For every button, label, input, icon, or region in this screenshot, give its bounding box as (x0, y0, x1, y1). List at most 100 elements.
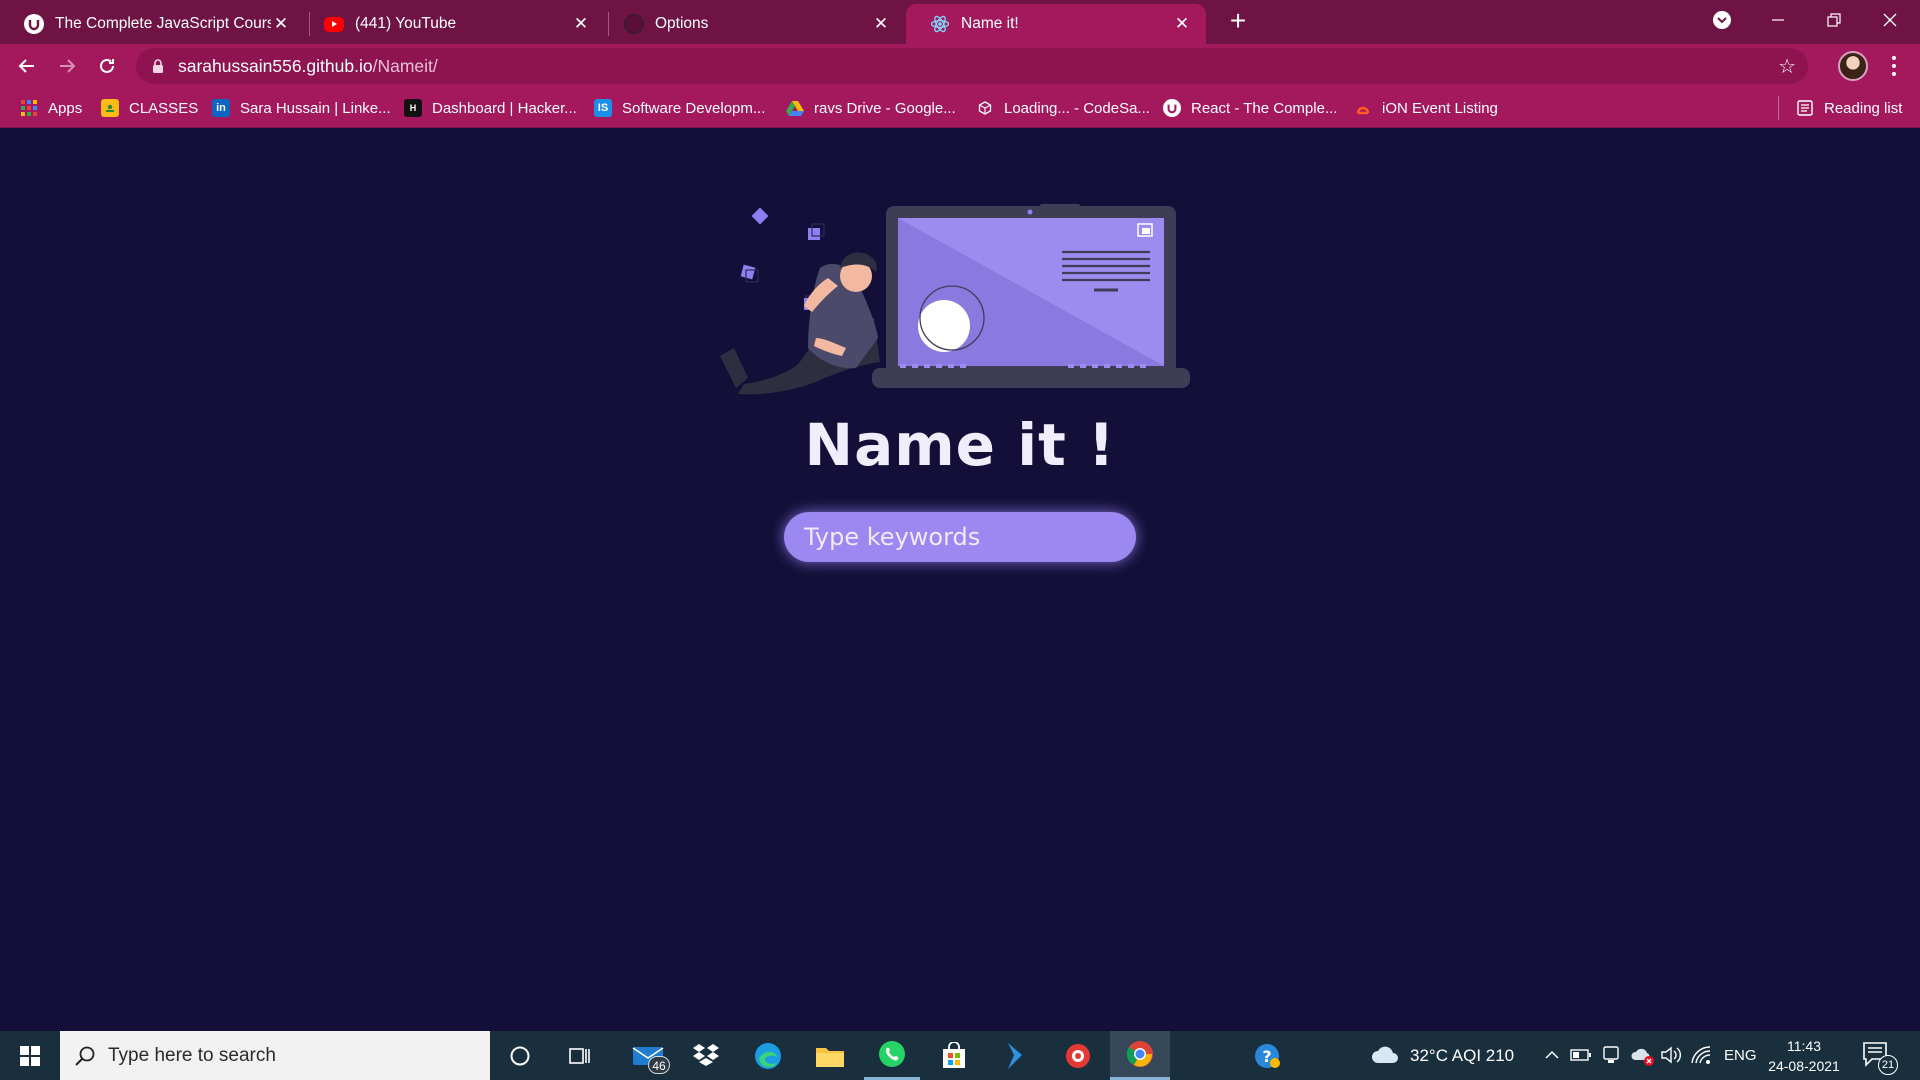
restore-icon (1827, 13, 1841, 27)
battery-icon[interactable] (1570, 1047, 1592, 1063)
meet-now-icon[interactable] (1602, 1045, 1620, 1065)
language-indicator[interactable]: ENG (1724, 1047, 1757, 1064)
dropbox-app[interactable] (678, 1031, 734, 1080)
cortana-icon (510, 1046, 530, 1065)
arrow-right-icon (60, 59, 76, 73)
youtube-icon (324, 16, 344, 32)
bookmark-react-course[interactable]: React - The Comple... (1163, 96, 1337, 120)
bookmark-codesandbox[interactable]: Loading... - CodeSa... (976, 96, 1150, 120)
browser-menu-button[interactable] (1886, 54, 1902, 78)
new-tab-button[interactable]: + (1222, 6, 1254, 38)
tab-options[interactable]: Options ✕ (600, 4, 905, 44)
keyword-search-input[interactable] (784, 512, 1136, 562)
chrome-app[interactable] (1110, 1031, 1170, 1080)
tab-name-it[interactable]: Name it! ✕ (906, 4, 1206, 44)
browser-toolbar: sarahussain556.github.io/Nameit/ ☆ (0, 44, 1920, 88)
weather-cloud-icon (1372, 1046, 1398, 1063)
reading-list-button[interactable]: Reading list (1796, 96, 1902, 120)
url-host: sarahussain556.github.io (178, 56, 373, 76)
close-tab-icon[interactable]: ✕ (1172, 14, 1192, 34)
github-icon (624, 14, 644, 34)
ion-icon (1354, 99, 1372, 117)
lock-icon (152, 59, 164, 78)
url-path: /Nameit/ (372, 56, 438, 76)
close-tab-icon[interactable]: ✕ (871, 14, 891, 34)
file-explorer-app[interactable] (802, 1031, 858, 1080)
tab-strip: The Complete JavaScript Course ✕ (441) Y… (0, 0, 1920, 44)
codesandbox-icon (976, 99, 994, 117)
bookmark-star-icon[interactable]: ☆ (1778, 54, 1796, 79)
taskbar-search-placeholder: Type here to search (108, 1044, 276, 1066)
bookmarks-bar: Apps CLASSES in Sara Hussain | Linke... … (0, 88, 1920, 128)
whatsapp-app[interactable] (864, 1031, 920, 1080)
apps-grid-icon (20, 99, 38, 117)
is-icon: IS (594, 99, 612, 117)
bolt-icon (1008, 1042, 1022, 1069)
laptop-person-illustration (720, 204, 1190, 395)
tab-search-button[interactable] (1694, 0, 1750, 40)
help-icon: ? (1255, 1043, 1280, 1068)
reading-list-icon (1796, 99, 1814, 117)
mail-app[interactable]: 46 (620, 1031, 676, 1080)
close-tab-icon[interactable]: ✕ (571, 14, 591, 34)
bookmark-linkedin[interactable]: in Sara Hussain | Linke... (212, 96, 391, 120)
classroom-icon (101, 99, 119, 117)
bookmark-label: Loading... - CodeSa... (1004, 99, 1150, 117)
cortana-button[interactable] (492, 1031, 548, 1080)
vscode-app[interactable] (988, 1031, 1044, 1080)
bookmark-apps[interactable]: Apps (20, 96, 82, 120)
address-bar[interactable]: sarahussain556.github.io/Nameit/ ☆ (136, 48, 1808, 84)
bookmark-label: Dashboard | Hacker... (432, 99, 577, 117)
profile-avatar[interactable] (1838, 51, 1868, 81)
weather-text: 32°C AQI 210 (1410, 1046, 1515, 1065)
close-tab-icon[interactable]: ✕ (271, 14, 291, 34)
app-icon (1066, 1043, 1090, 1068)
minimize-button[interactable] (1750, 0, 1806, 40)
chrome-icon (1126, 1041, 1153, 1067)
dropbox-icon (693, 1043, 719, 1066)
edge-icon (755, 1042, 781, 1069)
tab-youtube[interactable]: (441) YouTube ✕ (300, 4, 605, 44)
forward-button[interactable] (51, 50, 83, 82)
task-view-button[interactable] (552, 1031, 608, 1080)
tab-javascript-course[interactable]: The Complete JavaScript Course ✕ (0, 4, 305, 44)
clock-date: 24-08-2021 (1768, 1058, 1840, 1074)
bookmark-software-development[interactable]: IS Software Developm... (594, 96, 765, 120)
store-app[interactable] (926, 1031, 982, 1080)
reading-list-label: Reading list (1824, 99, 1903, 117)
windows-taskbar: Type here to search 46 ? 32°C AQI 210 EN… (0, 1031, 1920, 1080)
bookmark-label: CLASSES (129, 99, 199, 117)
store-icon (943, 1041, 965, 1068)
tab-title: Name it! (961, 15, 1019, 32)
clock-time: 11:43 (1787, 1038, 1821, 1054)
windows-logo-icon (20, 1045, 40, 1066)
task-view-icon (569, 1047, 590, 1064)
edge-app[interactable] (740, 1031, 796, 1080)
bookmark-label: Apps (48, 99, 83, 117)
taskbar-clock[interactable]: 11:43 24-08-2021 (1758, 1036, 1850, 1076)
folder-icon (816, 1047, 844, 1067)
bookmark-label: Sara Hussain | Linke... (240, 99, 391, 117)
onedrive-error-icon[interactable] (1630, 1045, 1656, 1067)
notification-count-badge: 21 (1878, 1055, 1898, 1075)
hackerrank-icon: H (404, 99, 422, 117)
wifi-icon[interactable] (1690, 1045, 1712, 1065)
restore-button[interactable] (1806, 0, 1862, 40)
tab-title: The Complete JavaScript Course (55, 15, 271, 32)
help-app[interactable]: ? (1240, 1031, 1296, 1080)
chevron-up-icon[interactable] (1544, 1048, 1560, 1062)
drive-icon (786, 99, 804, 117)
bookmark-google-drive[interactable]: ravs Drive - Google... (786, 96, 956, 120)
bookmark-ion-event-listing[interactable]: iON Event Listing (1354, 96, 1498, 120)
close-window-button[interactable] (1862, 0, 1918, 40)
bookmark-hackerrank[interactable]: H Dashboard | Hacker... (404, 96, 577, 120)
start-button[interactable] (0, 1031, 60, 1080)
app-red-icon-button[interactable] (1050, 1031, 1106, 1080)
reload-button[interactable] (91, 50, 123, 82)
volume-icon[interactable] (1660, 1045, 1682, 1065)
back-button[interactable] (11, 50, 43, 82)
bookmark-label: ravs Drive - Google... (814, 99, 956, 117)
bookmark-classes[interactable]: CLASSES (101, 96, 198, 120)
taskbar-search-box[interactable]: Type here to search (60, 1031, 490, 1080)
url-text: sarahussain556.github.io/Nameit/ (178, 56, 438, 77)
